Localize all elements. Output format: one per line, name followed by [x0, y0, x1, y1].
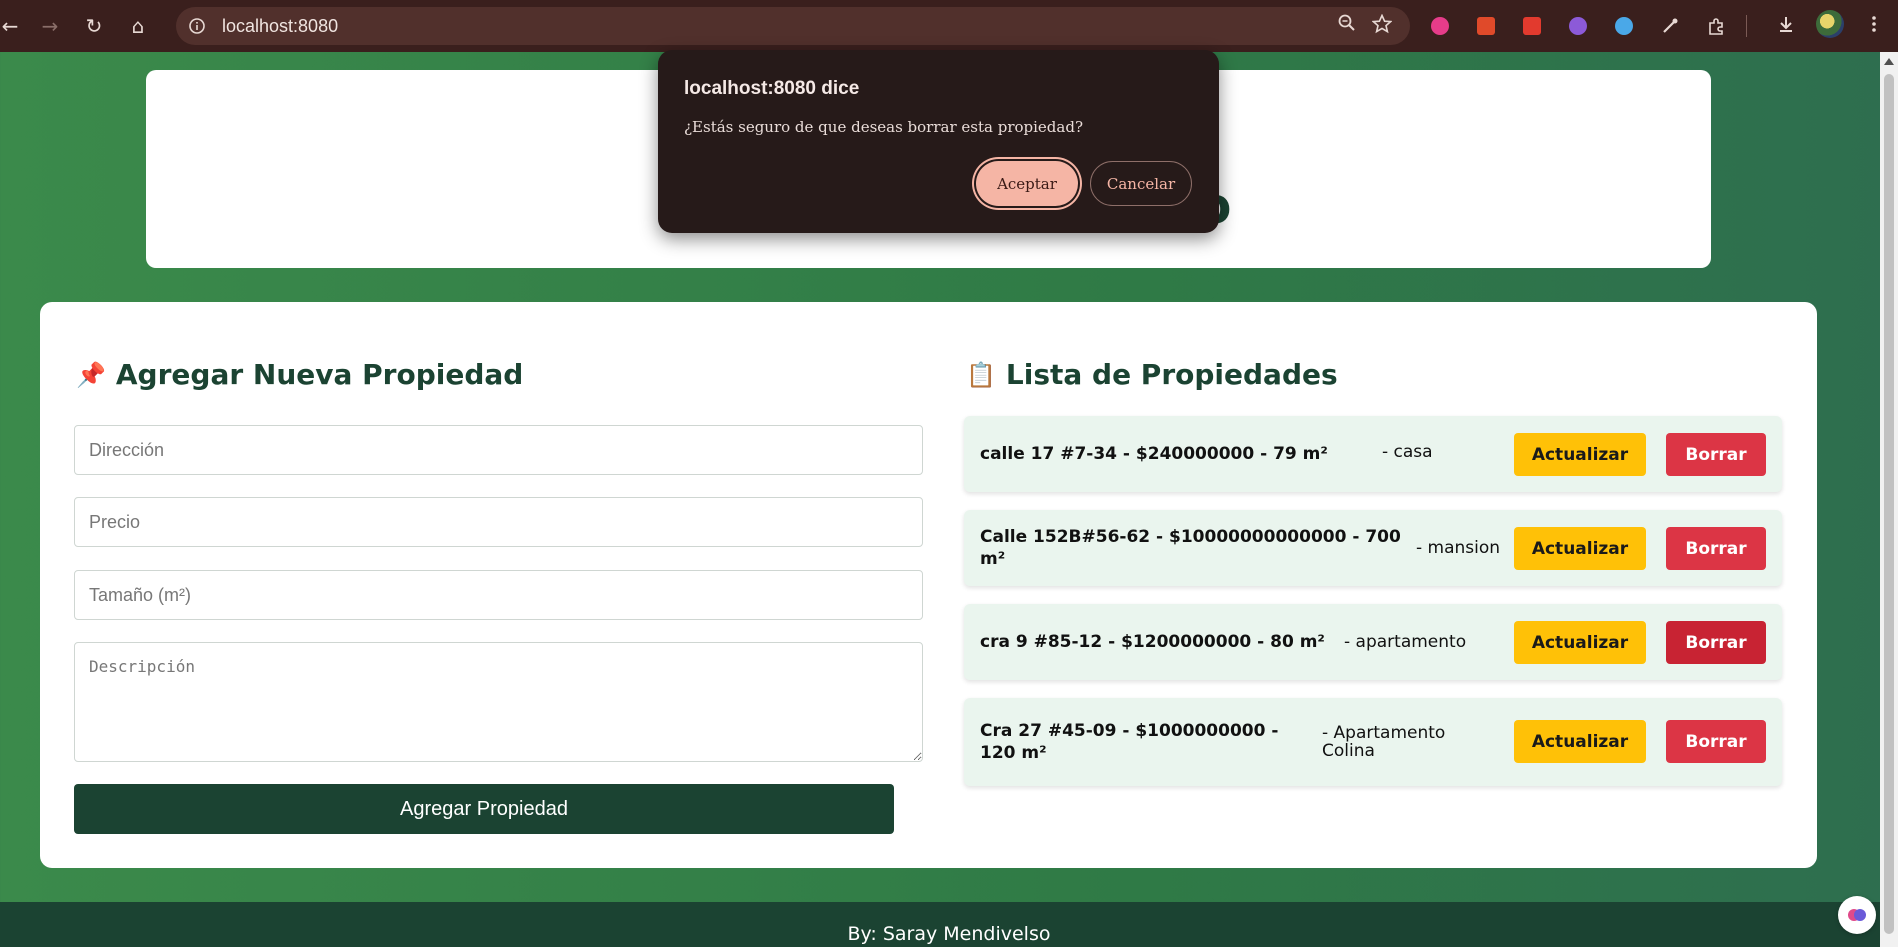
- clipboard-icon: 📋: [966, 360, 996, 389]
- delete-button[interactable]: Borrar: [1666, 527, 1766, 570]
- form-title: Agregar Nueva Propiedad: [115, 358, 524, 391]
- pushpin-icon: 📌: [76, 360, 106, 389]
- delete-button[interactable]: Borrar: [1666, 720, 1766, 763]
- page-footer: By: Saray Mendivelso: [0, 902, 1898, 947]
- property-type: - casa: [1382, 442, 1433, 462]
- property-item: calle 17 #7-34 - $240000000 - 79 m² - ca…: [964, 416, 1782, 492]
- property-type: - Apartamento Colina: [1322, 723, 1446, 761]
- extension-brain-icon[interactable]: [1562, 10, 1594, 42]
- property-summary: calle 17 #7-34 - $240000000 - 79 m²: [980, 444, 1328, 464]
- profile-avatar[interactable]: [1816, 10, 1844, 38]
- update-button[interactable]: Actualizar: [1514, 621, 1646, 664]
- cancel-button[interactable]: Cancelar: [1090, 161, 1192, 206]
- eyedropper-icon[interactable]: [1654, 10, 1686, 42]
- extension-book-icon[interactable]: [1470, 10, 1502, 42]
- site-info-icon[interactable]: [182, 11, 212, 41]
- extension-todoist-icon[interactable]: [1516, 10, 1548, 42]
- property-item: Calle 152B#56-62 - $10000000000000 - 700…: [964, 510, 1782, 586]
- tamano-input[interactable]: [74, 570, 923, 620]
- floating-brain-icon[interactable]: [1838, 896, 1876, 934]
- menu-kebab-icon[interactable]: [1858, 8, 1890, 40]
- precio-input[interactable]: [74, 497, 923, 547]
- delete-button[interactable]: Borrar: [1666, 621, 1766, 664]
- zoom-icon[interactable]: [1338, 14, 1356, 39]
- download-icon[interactable]: [1770, 8, 1802, 40]
- property-type: - mansion: [1416, 538, 1501, 558]
- extensions-area: [1424, 8, 1747, 44]
- property-summary: Cra 27 #45-09 - $1000000000 - 120 m²: [980, 721, 1279, 763]
- property-item: Cra 27 #45-09 - $1000000000 - 120 m² - A…: [964, 698, 1782, 786]
- reload-icon[interactable]: ↻: [72, 4, 116, 48]
- scroll-up-arrow-icon[interactable]: [1884, 58, 1894, 65]
- toolbar-divider: [1746, 15, 1747, 37]
- dialog-message: ¿Estás seguro de que deseas borrar esta …: [684, 118, 1083, 136]
- footer-credit: By: Saray Mendivelso: [847, 923, 1051, 945]
- property-type: - apartamento: [1344, 632, 1467, 652]
- browser-right-controls: [1770, 8, 1890, 40]
- page-scrollbar[interactable]: [1880, 52, 1898, 947]
- update-button[interactable]: Actualizar: [1514, 433, 1646, 476]
- confirm-dialog: localhost:8080 dice ¿Estás seguro de que…: [658, 50, 1219, 233]
- extension-video-icon[interactable]: [1424, 10, 1456, 42]
- property-item: cra 9 #85-12 - $1200000000 - 80 m² - apa…: [964, 604, 1782, 680]
- delete-button[interactable]: Borrar: [1666, 433, 1766, 476]
- list-section-title: 📋 Lista de Propiedades: [966, 358, 1338, 391]
- address-bar[interactable]: localhost:8080: [176, 7, 1410, 45]
- form-section-title: 📌 Agregar Nueva Propiedad: [76, 358, 523, 391]
- update-button[interactable]: Actualizar: [1514, 527, 1646, 570]
- home-icon[interactable]: ⌂: [116, 4, 160, 48]
- address-url[interactable]: localhost:8080: [222, 16, 338, 37]
- property-summary: Calle 152B#56-62 - $10000000000000 - 700…: [980, 527, 1401, 569]
- add-property-button[interactable]: Agregar Propiedad: [74, 784, 894, 834]
- list-title: Lista de Propiedades: [1005, 358, 1338, 391]
- back-icon[interactable]: ←: [0, 4, 20, 48]
- extensions-puzzle-icon[interactable]: [1700, 10, 1732, 42]
- property-summary: cra 9 #85-12 - $1200000000 - 80 m²: [980, 632, 1325, 652]
- descripcion-textarea[interactable]: [74, 642, 923, 762]
- dialog-title: localhost:8080 dice: [684, 78, 860, 99]
- accept-button[interactable]: Aceptar: [976, 161, 1078, 206]
- forward-icon[interactable]: →: [28, 4, 72, 48]
- bookmark-star-icon[interactable]: [1371, 13, 1393, 39]
- update-button[interactable]: Actualizar: [1514, 720, 1646, 763]
- extension-glasses-icon[interactable]: [1608, 10, 1640, 42]
- scrollbar-thumb[interactable]: [1884, 74, 1894, 934]
- direccion-input[interactable]: [74, 425, 923, 475]
